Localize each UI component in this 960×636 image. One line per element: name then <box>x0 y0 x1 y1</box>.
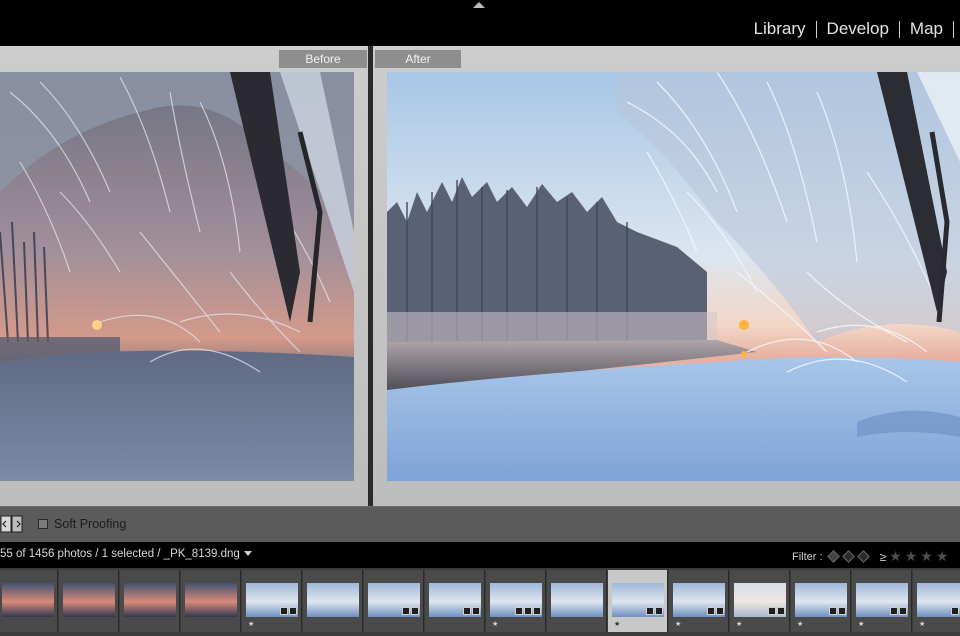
rating-star-icon[interactable]: ★ <box>920 548 933 565</box>
thumbnail-badges <box>828 607 846 615</box>
filmstrip-thumbnail[interactable] <box>364 570 424 632</box>
thumbnail-image <box>307 583 359 617</box>
edit-badge-icon[interactable] <box>463 607 471 615</box>
thumbnail-image <box>2 583 54 617</box>
unflagged-filter-icon[interactable] <box>841 550 855 563</box>
module-picker: Library Develop Map <box>744 18 954 40</box>
filmstrip-thumbnail[interactable]: ★ <box>730 570 790 632</box>
photo-count-text: 55 of 1456 photos / 1 selected / _PK_813… <box>0 548 240 560</box>
before-pane: Before <box>0 46 368 506</box>
edit-badge-icon[interactable] <box>280 607 288 615</box>
rating-star-icon[interactable]: ★ <box>889 548 902 565</box>
after-label: After <box>375 50 461 68</box>
filmstrip-thumbnail[interactable] <box>59 570 119 632</box>
filmstrip-thumbnail[interactable]: ★ <box>242 570 302 632</box>
soft-proofing-checkbox[interactable] <box>38 519 48 529</box>
filmstrip-thumbnail[interactable] <box>120 570 180 632</box>
filmstrip-thumbnail[interactable] <box>425 570 485 632</box>
edit-badge-icon[interactable] <box>899 607 907 615</box>
rating-star-icon[interactable]: ★ <box>936 548 949 565</box>
edit-badge-icon[interactable] <box>838 607 846 615</box>
filmstrip-thumbnail[interactable] <box>303 570 363 632</box>
filmstrip-thumbnail[interactable] <box>181 570 241 632</box>
module-develop[interactable]: Develop <box>817 18 899 40</box>
star-icon: ★ <box>675 621 682 628</box>
after-photo[interactable] <box>387 72 960 481</box>
compare-view: Before After <box>0 46 960 506</box>
rejected-filter-icon[interactable] <box>856 550 870 563</box>
edit-badge-icon[interactable] <box>646 607 654 615</box>
star-icon: ★ <box>858 621 865 628</box>
soft-proofing-toggle[interactable]: Soft Proofing <box>38 517 126 531</box>
star-icon: ★ <box>248 621 255 628</box>
filmstrip-thumbnail[interactable]: ★ <box>669 570 729 632</box>
thumbnail-badges <box>950 607 960 615</box>
rating-operator[interactable]: ≥ <box>880 550 887 564</box>
filmstrip-header: 55 of 1456 photos / 1 selected / _PK_813… <box>0 542 960 568</box>
edit-badge-icon[interactable] <box>655 607 663 615</box>
thumbnail-badges <box>462 607 480 615</box>
edit-badge-icon[interactable] <box>768 607 776 615</box>
edit-badge-icon[interactable] <box>951 607 959 615</box>
filter-label: Filter : <box>792 550 823 563</box>
thumbnail-badges <box>401 607 419 615</box>
module-separator <box>953 20 954 38</box>
module-bar: Library Develop Map <box>0 0 960 46</box>
filmstrip-thumbnail[interactable]: ★ <box>913 570 960 632</box>
thumbnail-image <box>185 583 237 617</box>
toolbar: Soft Proofing <box>0 506 960 542</box>
module-library[interactable]: Library <box>744 18 816 40</box>
star-icon: ★ <box>736 621 743 628</box>
edit-badge-icon[interactable] <box>890 607 898 615</box>
filmstrip-thumbnail[interactable] <box>547 570 607 632</box>
star-icon: ★ <box>797 621 804 628</box>
module-map[interactable]: Map <box>900 18 953 40</box>
star-icon: ★ <box>614 621 621 628</box>
before-after-view-icon[interactable] <box>0 514 24 534</box>
edit-badge-icon[interactable] <box>829 607 837 615</box>
before-photo[interactable] <box>0 72 354 481</box>
edit-badge-icon[interactable] <box>472 607 480 615</box>
filmstrip-thumbnail[interactable]: ★ <box>486 570 546 632</box>
thumbnail-badges <box>889 607 907 615</box>
thumbnail-image <box>124 583 176 617</box>
thumbnail-image <box>551 583 603 617</box>
edit-badge-icon[interactable] <box>716 607 724 615</box>
soft-proofing-label: Soft Proofing <box>54 517 127 531</box>
flag-filter-icon[interactable] <box>826 550 840 563</box>
edit-badge-icon[interactable] <box>533 607 541 615</box>
collapse-top-panel-icon[interactable] <box>473 2 485 8</box>
filmstrip: ★ ★ ★ ★ ★ ★ ★ ★ <box>0 568 960 636</box>
thumbnail-badges <box>767 607 785 615</box>
thumbnail-badges <box>706 607 724 615</box>
photo-count-source[interactable]: 55 of 1456 photos / 1 selected / _PK_813… <box>0 548 252 560</box>
edit-badge-icon[interactable] <box>707 607 715 615</box>
filmstrip-thumbnail[interactable] <box>0 570 58 632</box>
edit-badge-icon[interactable] <box>411 607 419 615</box>
edit-badge-icon[interactable] <box>515 607 523 615</box>
thumbnail-badges <box>514 607 541 615</box>
chevron-down-icon[interactable] <box>243 551 252 557</box>
star-icon: ★ <box>492 621 499 628</box>
star-icon: ★ <box>919 621 926 628</box>
filmstrip-thumbnail[interactable]: ★ <box>608 570 668 632</box>
thumbnail-badges <box>645 607 663 615</box>
edit-badge-icon[interactable] <box>777 607 785 615</box>
filmstrip-thumbnail[interactable]: ★ <box>852 570 912 632</box>
edit-badge-icon[interactable] <box>289 607 297 615</box>
edit-badge-icon[interactable] <box>402 607 410 615</box>
filter-bar: Filter : ≥ ★ ★ ★ ★ <box>792 548 948 565</box>
before-label: Before <box>279 50 367 68</box>
thumbnail-badges <box>279 607 297 615</box>
filmstrip-thumbnail[interactable]: ★ <box>791 570 851 632</box>
after-pane: After <box>373 46 960 506</box>
rating-star-icon[interactable]: ★ <box>905 548 918 565</box>
thumbnail-image <box>63 583 115 617</box>
edit-badge-icon[interactable] <box>524 607 532 615</box>
